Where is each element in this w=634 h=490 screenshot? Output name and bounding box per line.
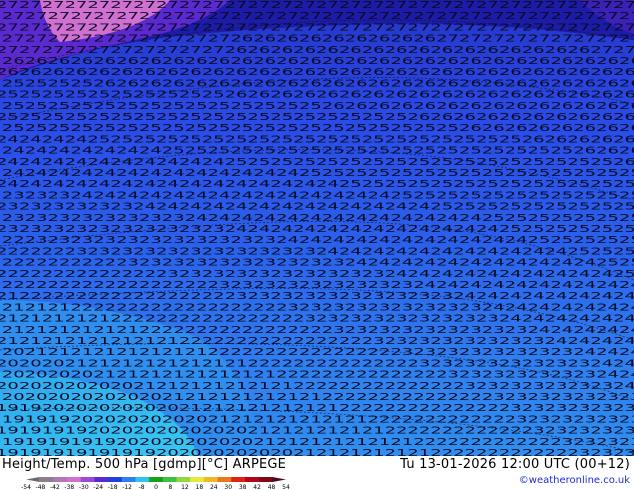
contour-label-row: 2626262626262626262626262626262626262626… [0, 67, 634, 78]
contour-label-row: 2525252525252525252526262626262626262626… [0, 90, 634, 101]
color-scale-segment [108, 477, 123, 482]
color-scale-label: -30 [79, 484, 89, 490]
color-scale-label: 54 [282, 484, 290, 490]
contour-label-row: 1919202020202020212121212121212222222222… [0, 403, 634, 414]
contour-label-row: 2727272727272727272727272727272727272727… [0, 22, 634, 33]
color-scale-segment [176, 477, 191, 482]
color-scale-bar [26, 477, 286, 482]
contour-label-row: 2727272727272727272727272727272727272727… [0, 0, 634, 11]
contour-label-row: 2424242425252525252525252525252525252525… [0, 134, 634, 145]
contour-label-row: 2323232323232424242424242424242424242425… [0, 202, 634, 213]
color-scale-label: 38 [239, 484, 247, 490]
contour-label-row: 2525252525252525252525252525262626262626… [2, 101, 634, 112]
color-scale-label: 8 [169, 484, 173, 490]
contour-label-row: 2323232323232323242424242424242424242424… [2, 213, 634, 224]
contour-label-row: 2424242424242424242424242424242525252525… [0, 179, 634, 190]
color-scale-label: 48 [268, 484, 276, 490]
color-scale-label: 0 [154, 484, 158, 490]
color-scale-segment [272, 477, 286, 482]
contour-label-row: 2222222222222222222323232323232323232424… [2, 280, 634, 291]
contour-label-row: 1919192020202020202121212121212122222222… [2, 414, 634, 425]
contour-label-row: 2424242424242424242424242425252525252525… [2, 168, 634, 179]
contour-label-row: 1919191919191920202020202021212121212122… [0, 448, 634, 456]
contour-label-row: 2525252525252525252525252525252525252525… [2, 123, 634, 134]
color-scale-segment [67, 477, 82, 482]
contour-label-row: 2323232424242424242424242424242424252525… [2, 190, 634, 201]
contour-label-row: 2222222323232323232323232323242424242424… [0, 246, 634, 257]
contour-label-row: 2021212121212121212222222222222222232323… [2, 347, 634, 358]
color-scale-label: 18 [196, 484, 204, 490]
color-scale-labels: -54 -48 -42 -38 -30 -24 -18 -12 -8 0 8 12 18 24 30 38 42… [21, 484, 290, 490]
color-scale-segment [162, 477, 177, 482]
contour-label-row: 2223232323232323232323232424242424242424… [2, 235, 634, 246]
contour-label-row: 2121212121212222222222222222232323232323… [2, 325, 634, 336]
color-scale-segment [203, 477, 218, 482]
color-scale-segment [53, 477, 68, 482]
color-scale-segment [94, 477, 109, 482]
contour-label-row: 2020202020202121212121212122222222222222… [0, 381, 634, 392]
contour-label-row: 2121212121212121222222222222222223232323… [0, 336, 634, 347]
color-scale-label: -38 [64, 484, 74, 490]
contour-label-row: 2020202021212121212121212222222222222223… [2, 370, 634, 381]
contour-label-row: 2424242424242425252525252525252525252525… [2, 146, 634, 157]
color-scale-segment [190, 477, 205, 482]
contour-label-row: 2121212121222222222222222223232323232323… [0, 314, 634, 325]
contour-label-row: 2323232323232323232324242424242424242424… [0, 224, 634, 235]
color-scale-label: 24 [210, 484, 218, 490]
color-scale: -54 -48 -42 -38 -30 -24 -18 -12 -8 0 8 12 18 24 30 38 42… [21, 477, 290, 490]
contour-label-row: 2727272727272727272726262626262626262626… [0, 45, 634, 56]
color-scale-label: -12 [122, 484, 132, 490]
contour-label-row: 2727272727272727272726262626262626262627… [2, 34, 634, 45]
color-scale-label: -48 [36, 484, 46, 490]
contour-label-row: 1919191920202020202020212121212121222222… [0, 426, 634, 437]
color-scale-segment [244, 477, 259, 482]
contour-label-row: 2121212222222222222222222323232323232323… [2, 302, 634, 313]
color-scale-segment [231, 477, 246, 482]
color-scale-label: 12 [181, 484, 189, 490]
color-scale-segment [135, 477, 150, 482]
map-title: Height/Temp. 500 hPa [gdmp][°C] ARPEGE [2, 457, 287, 472]
color-scale-segment [258, 477, 273, 482]
color-scale-label: -24 [93, 484, 103, 490]
color-scale-label: -8 [139, 484, 145, 490]
contour-label-row: 2525252525252525252525252525252525252626… [0, 112, 634, 123]
color-scale-label: 30 [224, 484, 232, 490]
color-scale-label: -42 [50, 484, 60, 490]
color-scale-segment [121, 477, 136, 482]
contour-label-row: 2020202020202021212121212121222222222222… [2, 392, 634, 403]
color-scale-label: -54 [21, 484, 31, 490]
color-scale-label: -18 [108, 484, 118, 490]
contour-label-row: 2122222222222222222223232323232323232323… [0, 291, 634, 302]
contour-label-row: 2525252526262626262626262626262626262626… [2, 78, 634, 89]
weather-map: 2727272727272727272727272727272727272727… [0, 0, 634, 456]
color-scale-segment [80, 477, 95, 482]
contour-label-row: 1919191919202020202020212121212121212222… [2, 437, 634, 448]
color-scale-segment [39, 477, 54, 482]
contour-label-row: 2222222222232323232323232323232424242424… [2, 258, 634, 269]
valid-time: Tu 13-01-2026 12:00 UTC (00+12) [400, 457, 630, 472]
color-scale-segment [149, 477, 164, 482]
color-scale-segment [26, 477, 40, 482]
credit-link[interactable]: ©weatheronline.co.uk [519, 475, 630, 486]
contour-label-row: 2020202121212121212121222222222222222323… [0, 358, 634, 369]
contour-label-digits: 2727272727272727272727272727272727272727… [0, 0, 634, 456]
map-footer: Height/Temp. 500 hPa [gdmp][°C] ARPEGE T… [0, 456, 634, 490]
contour-label-row: 2424242424242424242425252525252525252525… [0, 157, 634, 168]
contour-label-row: 2727272727272727272727272727272727272727… [2, 11, 634, 22]
contour-label-row: 2626262626262626262626262626262626262626… [2, 56, 634, 67]
contour-label-row: 2222222222222223232323232323232323242424… [0, 269, 634, 280]
color-scale-segment [217, 477, 232, 482]
color-scale-label: 42 [253, 484, 261, 490]
